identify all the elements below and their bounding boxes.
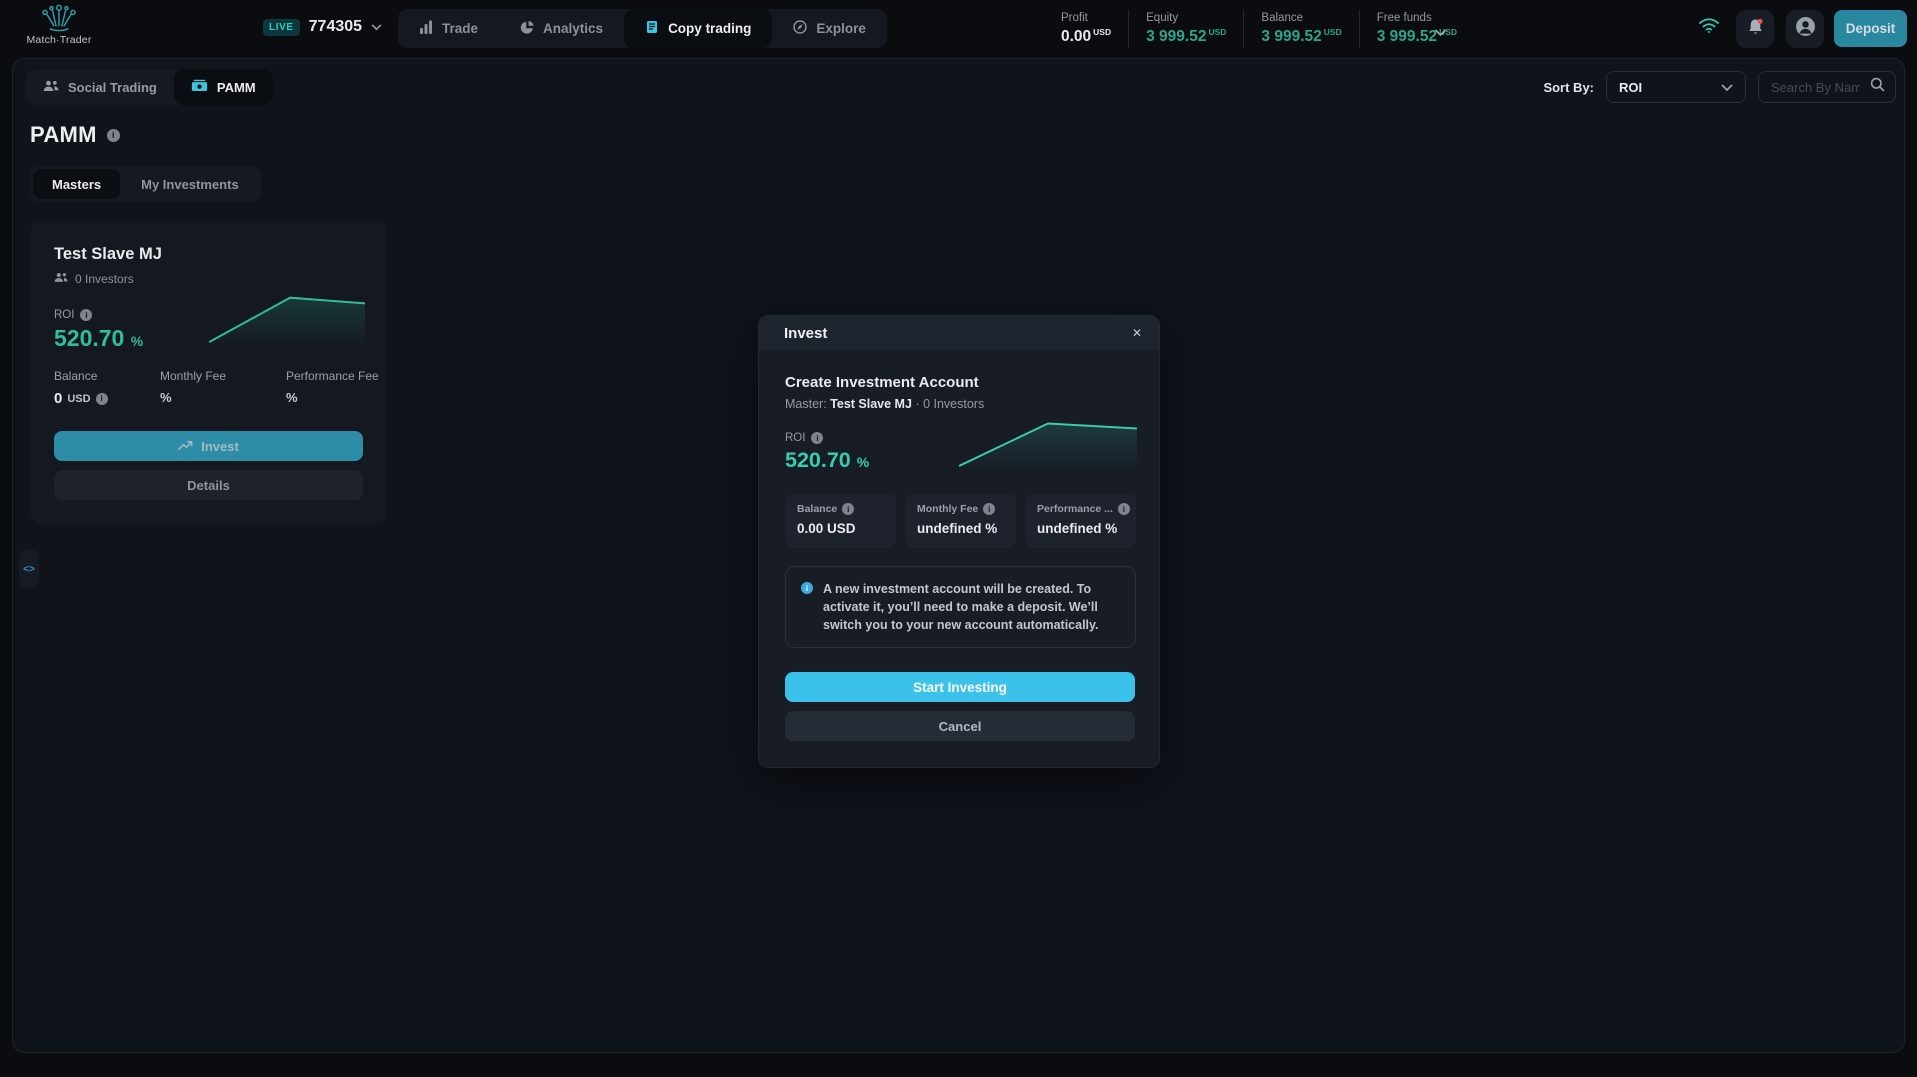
info-icon[interactable]: i [842,503,854,515]
stat-label: Monthly Fee [917,503,978,515]
stat-box-performance-fee: Performance ... i undefined % [1026,494,1136,548]
modal-title: Invest [784,325,827,342]
roi-label: ROI [785,432,805,444]
stat-box-monthly-fee: Monthly Fee i undefined % [906,494,1016,548]
roi-unit: % [857,454,869,470]
cancel-button[interactable]: Cancel [785,711,1135,741]
stat-box-balance: Balance i 0.00 USD [786,494,896,548]
master-investors: 0 Investors [923,397,984,411]
info-icon[interactable]: i [1118,503,1130,515]
info-text: A new investment account will be created… [823,580,1120,634]
app-root: Match·Trader LIVE 774305 Trade Analytics [0,0,1917,1077]
roi-value: 520.70 [785,448,851,472]
modal-info-notice: i A new investment account will be creat… [785,566,1136,648]
roi-sparkline-chart [959,420,1137,470]
info-icon[interactable]: i [983,503,995,515]
modal-roi-block: ROI i 520.70 % [785,432,869,473]
info-icon[interactable]: i [811,432,823,444]
stat-value: undefined % [917,521,1005,536]
master-summary: Master: Test Slave MJ · 0 Investors [785,397,984,411]
close-icon[interactable]: ✕ [1132,327,1142,339]
invest-modal: Invest ✕ Create Investment Account Maste… [758,315,1160,768]
start-investing-button[interactable]: Start Investing [785,672,1135,702]
stat-value: 0.00 USD [797,521,885,536]
separator: · [915,397,919,411]
stat-value: undefined % [1037,521,1125,536]
modal-stat-boxes: Balance i 0.00 USD Monthly Fee i undefin… [786,494,1136,548]
stat-label: Performance ... [1037,503,1113,515]
info-icon: i [801,582,813,594]
master-name: Test Slave MJ [830,397,912,411]
stat-label: Balance [797,503,837,515]
modal-heading: Create Investment Account [785,374,979,391]
modal-header: Invest ✕ [759,316,1159,350]
master-label: Master: [785,397,827,411]
